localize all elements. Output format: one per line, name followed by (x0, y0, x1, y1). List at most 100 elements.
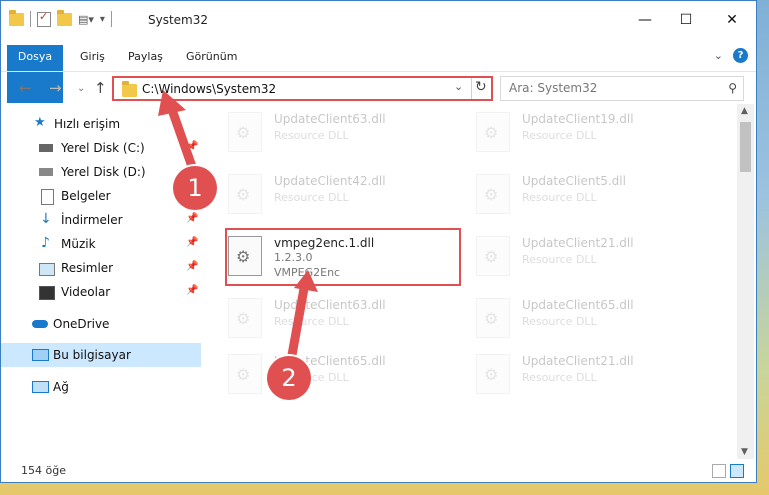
address-divider (471, 78, 472, 99)
pin-icon[interactable]: 📌 (186, 285, 198, 296)
cloud-icon (32, 320, 48, 328)
sidebar-item-label: Belgeler (61, 189, 111, 203)
list-item[interactable]: UpdateClient65.dll Resource DLL (452, 290, 692, 348)
sidebar-item-label: Müzik (61, 237, 96, 251)
sidebar-item-label: Ağ (53, 380, 69, 394)
address-bar[interactable]: C:\Windows\System32 ⌄ ↻ (112, 76, 493, 101)
title-bar: ▤▾ ▾ System32 — ☐ ✕ (1, 1, 756, 39)
file-name: UpdateClient42.dll (274, 174, 386, 188)
chevron-down-icon[interactable]: ⌄ (454, 80, 463, 93)
scroll-down-icon[interactable]: ▼ (741, 447, 748, 457)
list-item[interactable]: UpdateClient42.dll Resource DLL (204, 166, 444, 224)
navigation-pane: ★ Hızlı erişim Yerel Disk (C:) 📌 Yerel D… (1, 104, 201, 459)
search-box[interactable]: Ara: System32 ⚲ (500, 76, 744, 101)
computer-icon (32, 349, 49, 361)
search-icon[interactable]: ⚲ (728, 81, 737, 95)
search-input[interactable]: Ara: System32 (509, 81, 597, 95)
file-description: Resource DLL (522, 129, 597, 142)
quick-access-toolbar: ▤▾ ▾ (9, 9, 112, 27)
sidebar-item-onedrive[interactable]: OneDrive (1, 312, 201, 336)
music-icon: ♪ (41, 235, 50, 251)
sidebar-item-label: Yerel Disk (D:) (61, 165, 146, 179)
toolbar-divider (30, 11, 31, 27)
download-icon: ↓ (40, 211, 52, 227)
minimize-button[interactable]: — (635, 13, 655, 27)
file-name: UpdateClient21.dll (522, 354, 634, 368)
window-title: System32 (148, 13, 209, 27)
tab-view[interactable]: Görünüm (186, 45, 237, 69)
pin-icon[interactable]: 📌 (186, 141, 198, 152)
sidebar-item-network[interactable]: Ağ (1, 375, 201, 399)
picture-icon (39, 263, 55, 276)
sidebar-item-label: Bu bilgisayar (53, 348, 131, 362)
sidebar-item-downloads[interactable]: ↓ İndirmeler 📌 (1, 208, 201, 232)
file-description: Resource DLL (274, 191, 349, 204)
new-folder-icon[interactable] (57, 9, 72, 26)
dll-file-icon (228, 112, 262, 152)
sidebar-item-documents[interactable]: Belgeler 📌 (1, 184, 201, 208)
qat-dropdown-icon[interactable]: ▾ (100, 14, 105, 25)
scroll-up-icon[interactable]: ▲ (741, 106, 748, 116)
tab-share[interactable]: Paylaş (128, 45, 163, 69)
address-path[interactable]: C:\Windows\System32 (142, 82, 276, 96)
sidebar-item-label: OneDrive (53, 317, 110, 331)
list-item[interactable]: UpdateClient19.dll Resource DLL (452, 104, 692, 162)
video-icon (39, 286, 55, 300)
sidebar-item-label: Videolar (61, 285, 111, 299)
sidebar-item-disk-d[interactable]: Yerel Disk (D:) 📌 (1, 160, 201, 184)
back-arrow-icon[interactable]: ← (19, 79, 32, 97)
sidebar-item-label: İndirmeler (61, 213, 123, 227)
dll-file-icon (228, 298, 262, 338)
view-toggle (712, 464, 744, 478)
tiles-view-icon[interactable] (730, 464, 744, 478)
file-description: Resource DLL (522, 371, 597, 384)
item-count: 154 öğe (21, 464, 66, 477)
tab-home[interactable]: Giriş (80, 45, 105, 69)
vertical-scrollbar[interactable]: ▲ ▼ (737, 104, 754, 459)
properties-icon[interactable] (37, 10, 51, 27)
folder-icon (9, 9, 24, 26)
list-item[interactable]: UpdateClient21.dll Resource DLL (452, 346, 692, 404)
list-item[interactable]: UpdateClient63.dll Resource DLL (204, 104, 444, 162)
file-description: Resource DLL (274, 315, 349, 328)
scrollbar-thumb[interactable] (740, 122, 751, 172)
document-icon (41, 189, 54, 205)
up-arrow-icon[interactable]: ↑ (94, 79, 107, 97)
pin-icon[interactable]: 📌 (186, 261, 198, 272)
status-bar: 154 öğe (1, 459, 756, 483)
ribbon-tabs: Dosya Giriş Paylaş Görünüm ⌄ ? (1, 45, 756, 103)
sidebar-item-disk-c[interactable]: Yerel Disk (C:) 📌 (1, 136, 201, 160)
sidebar-item-label: Hızlı erişim (54, 117, 121, 131)
expand-ribbon-icon[interactable]: ⌄ (714, 49, 723, 62)
pin-icon[interactable]: 📌 (186, 213, 198, 224)
refresh-icon[interactable]: ↻ (475, 79, 487, 95)
dll-file-icon (476, 112, 510, 152)
list-item[interactable]: UpdateClient63.dll Resource DLL (204, 290, 444, 348)
file-description: Resource DLL (522, 315, 597, 328)
forward-arrow-icon[interactable]: → (49, 79, 62, 97)
sidebar-item-this-pc[interactable]: Bu bilgisayar (1, 343, 201, 367)
step-badge-2: 2 (267, 356, 311, 400)
sidebar-item-videos[interactable]: Videolar 📌 (1, 280, 201, 304)
recent-dropdown-icon[interactable]: ⌄ (77, 83, 85, 94)
ribbon-right: ⌄ ? (714, 48, 748, 63)
sidebar-item-pictures[interactable]: Resimler 📌 (1, 256, 201, 280)
list-item[interactable]: UpdateClient21.dll Resource DLL (452, 228, 692, 286)
file-name: UpdateClient63.dll (274, 298, 386, 312)
dll-file-icon (228, 174, 262, 214)
toolbar-divider (110, 11, 112, 27)
sidebar-item-quick-access[interactable]: ★ Hızlı erişim (1, 112, 201, 136)
help-icon[interactable]: ? (733, 48, 748, 63)
network-icon (32, 381, 49, 393)
sidebar-item-label: Yerel Disk (C:) (61, 141, 145, 155)
customize-icon[interactable]: ▤▾ (78, 13, 94, 26)
sidebar-item-music[interactable]: ♪ Müzik 📌 (1, 232, 201, 256)
close-button[interactable]: ✕ (722, 13, 742, 27)
maximize-button[interactable]: ☐ (676, 13, 696, 27)
list-item[interactable]: UpdateClient5.dll Resource DLL (452, 166, 692, 224)
pin-icon[interactable]: 📌 (186, 237, 198, 248)
step-badge-1: 1 (173, 166, 217, 210)
details-view-icon[interactable] (712, 464, 726, 478)
list-item[interactable]: UpdateClient65.dll Resource DLL (204, 346, 444, 404)
drive-icon (39, 168, 53, 176)
